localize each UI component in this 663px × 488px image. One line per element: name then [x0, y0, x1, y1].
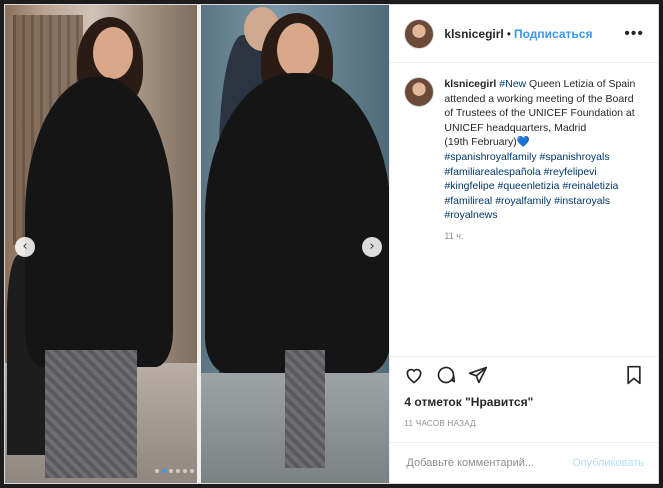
- post-side-panel: klsnicegirl • Подписаться ••• klsnicegir…: [389, 5, 658, 483]
- hashtag-link[interactable]: #queenletizia: [498, 180, 560, 192]
- hashtag-link[interactable]: #reinaletizia: [562, 180, 618, 192]
- comment-input[interactable]: [404, 456, 573, 470]
- heart-icon: [406, 368, 422, 384]
- chevron-right-icon: ›: [369, 239, 375, 254]
- carousel-dot: [190, 469, 194, 473]
- blue-heart-emoji: 💙: [516, 136, 530, 149]
- hashtag-link[interactable]: #spanishroyalfamily: [444, 151, 536, 163]
- hashtag-link[interactable]: #familireal: [444, 195, 492, 207]
- chevron-left-icon: ‹: [22, 239, 28, 254]
- carousel-dots: [155, 469, 194, 473]
- caption-area: klsnicegirl #New Queen Letizia of Spain …: [390, 63, 658, 356]
- hashtag-link[interactable]: #familiarealespañola: [444, 166, 540, 178]
- carousel-dot: [183, 469, 187, 473]
- caption: klsnicegirl #New Queen Letizia of Spain …: [444, 77, 640, 356]
- more-options-icon[interactable]: •••: [624, 25, 644, 43]
- hashtag-link[interactable]: #royalnews: [444, 209, 497, 221]
- comment-bar: Опубликовать: [390, 442, 658, 483]
- comment-icon: [438, 366, 456, 384]
- posted-time[interactable]: 11 ЧАСОВ НАЗАД: [390, 419, 658, 428]
- carousel-dot: [162, 469, 166, 473]
- hashtag-link[interactable]: #spanishroyals: [540, 151, 610, 163]
- publish-button[interactable]: Опубликовать: [572, 457, 644, 469]
- hashtag-link[interactable]: #reyfelipevi: [544, 166, 597, 178]
- likes-count[interactable]: 4 отметок "Нравится": [390, 395, 658, 409]
- bookmark-icon: [627, 365, 641, 385]
- carousel-prev-button[interactable]: ‹: [15, 237, 35, 257]
- hashtag-list: #spanishroyalfamily #spanishroyals #fami…: [444, 151, 618, 221]
- photo-right: [199, 5, 390, 483]
- hashtag-link[interactable]: #kingfelipe: [444, 180, 494, 192]
- separator-dot: •: [506, 26, 511, 41]
- follow-button[interactable]: Подписаться: [514, 27, 592, 41]
- carousel-dot: [169, 469, 173, 473]
- post-header: klsnicegirl • Подписаться •••: [390, 5, 658, 63]
- carousel-next-button[interactable]: ›: [362, 237, 382, 257]
- share-icon: [469, 366, 488, 384]
- comment-button[interactable]: [434, 363, 458, 387]
- caption-username[interactable]: klsnicegirl: [444, 78, 496, 90]
- photo-divider: [197, 5, 201, 483]
- post-media-carousel[interactable]: ‹ ›: [5, 5, 390, 483]
- hashtag-link[interactable]: #New: [499, 78, 526, 90]
- like-button[interactable]: [402, 363, 426, 387]
- caption-avatar[interactable]: [404, 77, 435, 107]
- carousel-dot: [176, 469, 180, 473]
- hashtag-link[interactable]: #instaroyals: [554, 195, 610, 207]
- share-button[interactable]: [466, 363, 490, 387]
- carousel-dot: [155, 469, 159, 473]
- header-username[interactable]: klsnicegirl: [444, 27, 503, 41]
- hashtag-link[interactable]: #royalfamily: [495, 195, 551, 207]
- instagram-post: ‹ › klsnicegirl • Подписаться ••• klsnic…: [4, 4, 659, 484]
- action-bar: [390, 356, 658, 393]
- caption-date: (19th February): [444, 136, 517, 149]
- save-button[interactable]: [622, 363, 646, 387]
- caption-time[interactable]: 11 ч.: [444, 229, 640, 244]
- avatar[interactable]: [404, 18, 435, 49]
